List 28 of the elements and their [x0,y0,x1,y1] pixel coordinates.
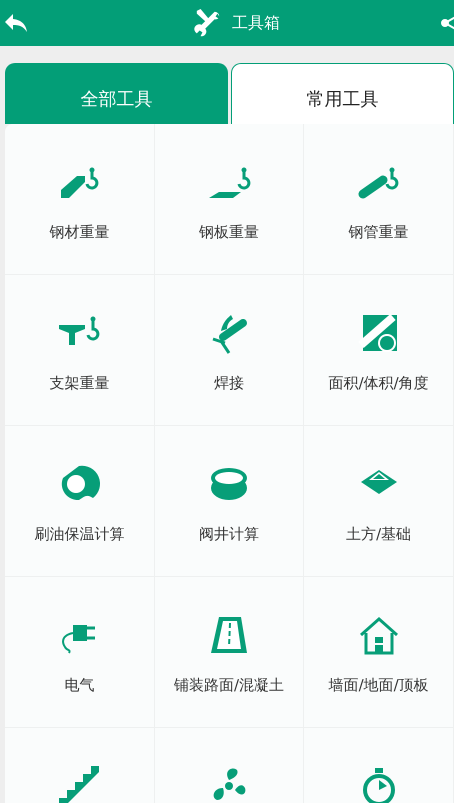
tool-label: 面积/体积/角度 [328,374,429,393]
window-title: 工具箱 [232,12,280,34]
tool-tile[interactable]: 墙面/地面/顶板 [304,577,454,728]
tool-tile[interactable]: 钢板重量 [154,124,304,275]
tool-label: 钢材重量 [49,223,110,242]
tool-label: 墙面/地面/顶板 [328,676,429,695]
tool-label: 铺装路面/混凝土 [174,676,284,695]
tool-tile[interactable]: 阀井计算 [154,426,304,577]
tool-tile[interactable]: 面积/体积/角度 [304,275,454,426]
tool-tile[interactable]: 钢管重量 [304,124,454,275]
tool-label: 刷油保温计算 [34,525,124,544]
stairs-icon [57,764,102,803]
tool-tile[interactable]: 钢材重量 [5,124,155,275]
tool-label: 钢管重量 [348,223,409,242]
back-icon[interactable] [4,13,28,33]
tool-tile[interactable]: 支架重量 [5,275,155,426]
tab[interactable]: 常用工具 [231,63,454,124]
tool-label: 电气 [64,676,94,695]
tool-tile[interactable]: 刷油保温计算 [5,426,155,577]
tool-tile[interactable]: 电气 [5,577,155,728]
tool-label: 土方/基础 [346,525,412,544]
tool-tile[interactable]: 铺装路面/混凝土 [154,577,304,728]
tool-tile[interactable]: 焊接 [154,275,304,426]
tool-label: 阀井计算 [198,525,259,544]
tool-label: 支架重量 [49,374,110,393]
tool-label: 钢板重量 [198,223,259,242]
tool-tile[interactable]: 土方/基础 [304,426,454,577]
tool-label: 焊接 [214,374,244,393]
